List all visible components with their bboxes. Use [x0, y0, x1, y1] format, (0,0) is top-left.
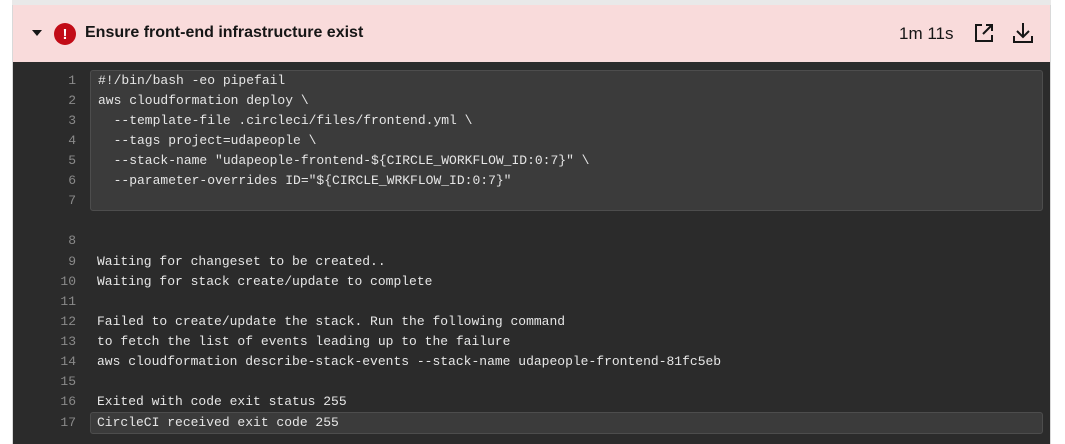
external-link-icon [975, 24, 993, 42]
line-number[interactable]: 8 [13, 231, 76, 251]
line-text: to fetch the list of events leading up t… [97, 334, 511, 349]
log-line: 10 Waiting for stack create/update to com… [13, 272, 1050, 292]
log-line: 5 --stack-name "udapeople-frontend-${CIR… [13, 151, 1050, 171]
log-line: 6 --parameter-overrides ID="${CIRCLE_WRK… [13, 171, 1050, 191]
log-output: 1 #!/bin/bash -eo pipefail 2 aws cloudforma… [13, 62, 1050, 444]
log-line: 1 #!/bin/bash -eo pipefail [13, 71, 1050, 91]
line-text: Waiting for changeset to be created.. [97, 254, 386, 269]
log-line: 11 [13, 292, 1050, 312]
log-line: 15 [13, 372, 1050, 392]
step-title: Ensure front-end infrastructure exist [85, 24, 364, 41]
line-number[interactable]: 1 [13, 71, 76, 91]
step-header[interactable]: ! Ensure front-end infrastructure exist … [13, 5, 1050, 62]
log-line: 8 [13, 231, 1050, 251]
line-text: --template-file .circleci/files/frontend… [98, 113, 473, 128]
step-duration: 1m 11s [899, 24, 954, 43]
line-text: Failed to create/update the stack. Run t… [97, 314, 566, 329]
log-line: 3 --template-file .circleci/files/fronte… [13, 111, 1050, 131]
line-text: CircleCI received exit code 255 [97, 415, 339, 430]
line-text: --parameter-overrides ID="${CIRCLE_WRKFL… [98, 173, 512, 188]
log-line: 9 Waiting for changeset to be created.. [13, 252, 1050, 272]
line-number[interactable]: 3 [13, 111, 76, 131]
line-number[interactable]: 2 [13, 91, 76, 111]
log-line: 7 [13, 191, 1050, 211]
line-number[interactable]: 10 [13, 272, 76, 292]
line-text: Waiting for stack create/update to compl… [97, 274, 433, 289]
line-text: aws cloudformation deploy \ [98, 93, 309, 108]
log-line: 2 aws cloudformation deploy \ [13, 91, 1050, 111]
log-line: 13 to fetch the list of events leading up… [13, 332, 1050, 352]
open-external-button[interactable] [972, 21, 996, 45]
line-number[interactable]: 5 [13, 151, 76, 171]
line-number[interactable]: 15 [13, 372, 76, 392]
line-number[interactable]: 9 [13, 252, 76, 272]
error-status-icon: ! [54, 23, 76, 45]
line-text: aws cloudformation describe-stack-events… [97, 354, 722, 369]
log-line: 14 aws cloudformation describe-stack-even… [13, 352, 1050, 372]
log-line: 16 Exited with code exit status 255 [13, 392, 1050, 412]
line-number[interactable]: 4 [13, 131, 76, 151]
log-line: 12 Failed to create/update the stack. Run… [13, 312, 1050, 332]
log-line: 4 --tags project=udapeople \ [13, 131, 1050, 151]
line-text: Exited with code exit status 255 [97, 394, 347, 409]
line-number[interactable]: 6 [13, 171, 76, 191]
line-number[interactable]: 14 [13, 352, 76, 372]
chevron-down-icon[interactable] [32, 30, 42, 36]
line-number[interactable]: 11 [13, 292, 76, 312]
log-line: 17 CircleCI received exit code 255 [13, 413, 1050, 433]
line-text: --stack-name "udapeople-frontend-${CIRCL… [98, 153, 590, 168]
step-panel: ! Ensure front-end infrastructure exist … [12, 5, 1051, 444]
line-number[interactable]: 16 [13, 392, 76, 412]
line-number[interactable]: 13 [13, 332, 76, 352]
download-icon [1013, 23, 1033, 43]
line-text: --tags project=udapeople \ [98, 133, 317, 148]
line-text: #!/bin/bash -eo pipefail [98, 73, 286, 88]
line-number[interactable]: 17 [13, 413, 76, 433]
download-button[interactable] [1011, 21, 1035, 45]
line-number[interactable]: 7 [13, 191, 76, 211]
line-number[interactable]: 12 [13, 312, 76, 332]
